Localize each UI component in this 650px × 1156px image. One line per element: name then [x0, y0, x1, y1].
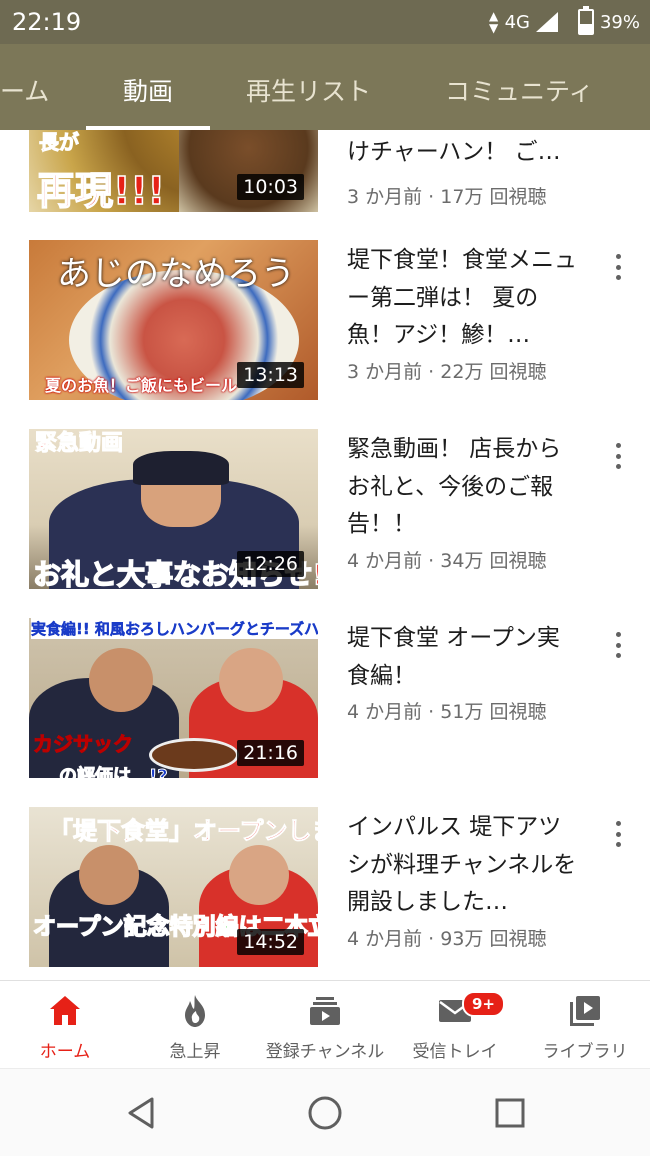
video-title[interactable]: けチャーハン！ ご…	[347, 134, 579, 172]
tab-home[interactable]: ーム	[0, 72, 49, 108]
tab-community[interactable]: コミュニティ	[445, 72, 594, 108]
subscriptions-icon	[310, 997, 340, 1025]
status-time: 22:19	[12, 8, 82, 36]
nav-inbox-label: 受信トレイ	[412, 1042, 498, 1062]
video-list: 長が 再現!!! 10:03 けチャーハン！ ご… 3 か月前 · 17万 回視…	[0, 130, 650, 980]
thumbnail-caption: あじのなめろう	[57, 254, 295, 294]
tab-playlists[interactable]: 再生リスト	[246, 72, 371, 108]
video-duration: 12:26	[237, 551, 304, 577]
nav-trending-label: 急上昇	[169, 1042, 221, 1062]
video-duration: 10:03	[237, 174, 304, 200]
thumbnail-caption: 「堤下食堂」オープンします！	[49, 817, 318, 846]
more-options-icon[interactable]	[608, 252, 628, 282]
video-meta: 3 か月前 · 17万 回視聴	[347, 186, 547, 208]
status-icons: ▲ ▼ 4G 39%	[488, 6, 640, 35]
video-duration: 14:52	[237, 929, 304, 955]
inbox-badge: 9+	[462, 991, 506, 1017]
video-duration: 21:16	[237, 740, 304, 766]
more-options-icon[interactable]	[608, 819, 628, 849]
home-icon	[50, 996, 80, 1025]
system-navigation-bar	[0, 1068, 650, 1156]
video-item[interactable]: 「堤下食堂」オープンします！ オープン記念特別編は二本立て!! 14:52 イン…	[0, 807, 650, 967]
thumbnail-caption: の評価は…!?	[59, 766, 169, 779]
library-icon	[570, 996, 600, 1026]
nav-inbox[interactable]: 9+ 受信トレイ	[390, 981, 520, 1069]
thumbnail-caption: カジサック	[33, 732, 134, 757]
thumbnail-caption: 緊急動画	[34, 431, 124, 457]
thumbnail-caption: 実食編!! 和風おろしハンバーグとチーズハンバーグ	[31, 618, 318, 639]
bottom-navigation: ホーム 急上昇 登録チャンネル 9+ 受信トレイ ライブラリ	[0, 980, 650, 1068]
battery-icon	[577, 6, 594, 35]
nav-subscriptions[interactable]: 登録チャンネル	[260, 981, 390, 1069]
thumbnail-caption: 長が	[39, 130, 80, 155]
video-duration: 13:13	[237, 362, 304, 388]
status-bar: 22:19 ▲ ▼ 4G 39%	[0, 0, 650, 44]
video-title[interactable]: 緊急動画！ 店長からお礼と、今後のご報告！！	[347, 431, 579, 544]
signal-icon	[535, 12, 558, 32]
video-thumbnail[interactable]: 緊急動画 お礼と大事なお知らせ!! 12:26	[29, 429, 318, 589]
video-meta: 4 か月前 · 34万 回視聴	[347, 550, 547, 572]
nav-trending[interactable]: 急上昇	[130, 981, 260, 1069]
nav-subscriptions-label: 登録チャンネル	[265, 1042, 385, 1062]
back-triangle-icon[interactable]	[124, 1095, 160, 1131]
video-thumbnail[interactable]: 長が 再現!!! 10:03	[29, 130, 318, 212]
video-title[interactable]: インパルス 堤下アツシが料理チャンネルを開設しました…	[347, 809, 579, 922]
video-thumbnail[interactable]: 実食編!! 和風おろしハンバーグとチーズハンバーグ カジサック の評価は…!? …	[29, 618, 318, 778]
video-meta: 3 か月前 · 22万 回視聴	[347, 361, 547, 383]
thumbnail-caption: 再現!!!	[36, 168, 166, 212]
more-options-icon[interactable]	[608, 630, 628, 660]
video-item[interactable]: 実食編!! 和風おろしハンバーグとチーズハンバーグ カジサック の評価は…!? …	[0, 618, 650, 778]
video-item[interactable]: あじのなめろう 夏のお魚！ご飯にもビール 13:13 堤下食堂！食堂メニュー第二…	[0, 240, 650, 400]
video-thumbnail[interactable]: 「堤下食堂」オープンします！ オープン記念特別編は二本立て!! 14:52	[29, 807, 318, 967]
data-activity-icon: ▲ ▼	[488, 9, 499, 35]
flame-icon	[185, 995, 205, 1027]
video-meta: 4 か月前 · 93万 回視聴	[347, 928, 547, 950]
video-title[interactable]: 堤下食堂！食堂メニュー第二弾は！ 夏の魚！アジ！鯵！…	[347, 242, 579, 355]
video-title[interactable]: 堤下食堂 オープン実食編！	[347, 620, 579, 695]
battery-percent: 39%	[599, 11, 640, 33]
video-item[interactable]: 長が 再現!!! 10:03 けチャーハン！ ご… 3 か月前 · 17万 回視…	[0, 130, 650, 212]
nav-home-label: ホーム	[39, 1042, 91, 1062]
video-thumbnail[interactable]: あじのなめろう 夏のお魚！ご飯にもビール 13:13	[29, 240, 318, 400]
nav-home[interactable]: ホーム	[0, 981, 130, 1069]
nav-library-label: ライブラリ	[542, 1042, 628, 1062]
home-circle-icon[interactable]	[307, 1095, 343, 1131]
video-item[interactable]: 緊急動画 お礼と大事なお知らせ!! 12:26 緊急動画！ 店長からお礼と、今後…	[0, 429, 650, 589]
more-options-icon[interactable]	[608, 441, 628, 471]
video-meta: 4 か月前 · 51万 回視聴	[347, 701, 547, 723]
channel-tab-bar: ーム 動画 再生リスト コミュニティ	[0, 44, 650, 130]
recents-square-icon[interactable]	[492, 1095, 528, 1131]
network-type: 4G	[504, 11, 530, 33]
battery-fill	[579, 24, 592, 33]
thumbnail-caption: 夏のお魚！ご飯にもビール	[45, 376, 238, 395]
tab-videos[interactable]: 動画	[123, 72, 173, 108]
nav-library[interactable]: ライブラリ	[520, 981, 650, 1069]
